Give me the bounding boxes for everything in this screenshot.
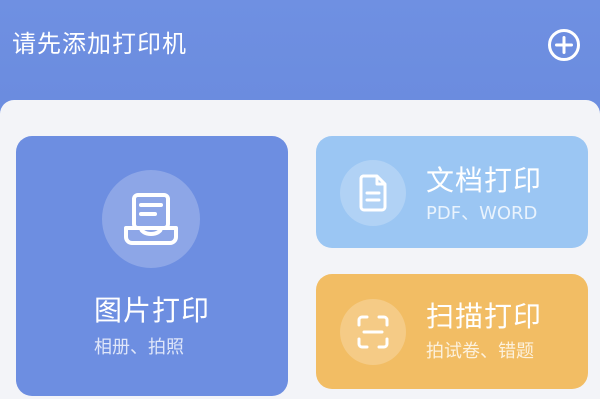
photo-print-title: 图片打印 — [94, 294, 211, 327]
document-icon — [359, 174, 387, 212]
document-print-card[interactable]: 文档打印 PDF、WORD — [316, 136, 588, 248]
add-printer-button[interactable] — [546, 27, 582, 63]
header-title: 请先添加打印机 — [12, 30, 187, 58]
scan-print-title: 扫描打印 — [426, 300, 543, 333]
photo-tray-icon — [124, 193, 178, 245]
top-header: 请先添加打印机 — [0, 0, 600, 100]
photo-print-card[interactable]: 图片打印 相册、拍照 — [16, 136, 288, 396]
scan-icon-circle — [340, 299, 406, 365]
scan-print-card[interactable]: 扫描打印 拍试卷、错题 — [316, 274, 588, 389]
main-content: 图片打印 相册、拍照 文档打印 PDF、WORD 扫描打印 拍试卷、错题 — [0, 100, 600, 399]
document-print-subtitle: PDF、WORD — [426, 203, 538, 224]
photo-print-subtitle: 相册、拍照 — [94, 337, 184, 358]
document-print-title: 文档打印 — [426, 164, 543, 197]
photo-icon-circle — [102, 170, 200, 268]
scan-print-subtitle: 拍试卷、错题 — [426, 341, 534, 362]
plus-circle-icon — [548, 29, 580, 61]
document-icon-circle — [340, 160, 406, 226]
scan-frame-icon — [357, 315, 389, 349]
